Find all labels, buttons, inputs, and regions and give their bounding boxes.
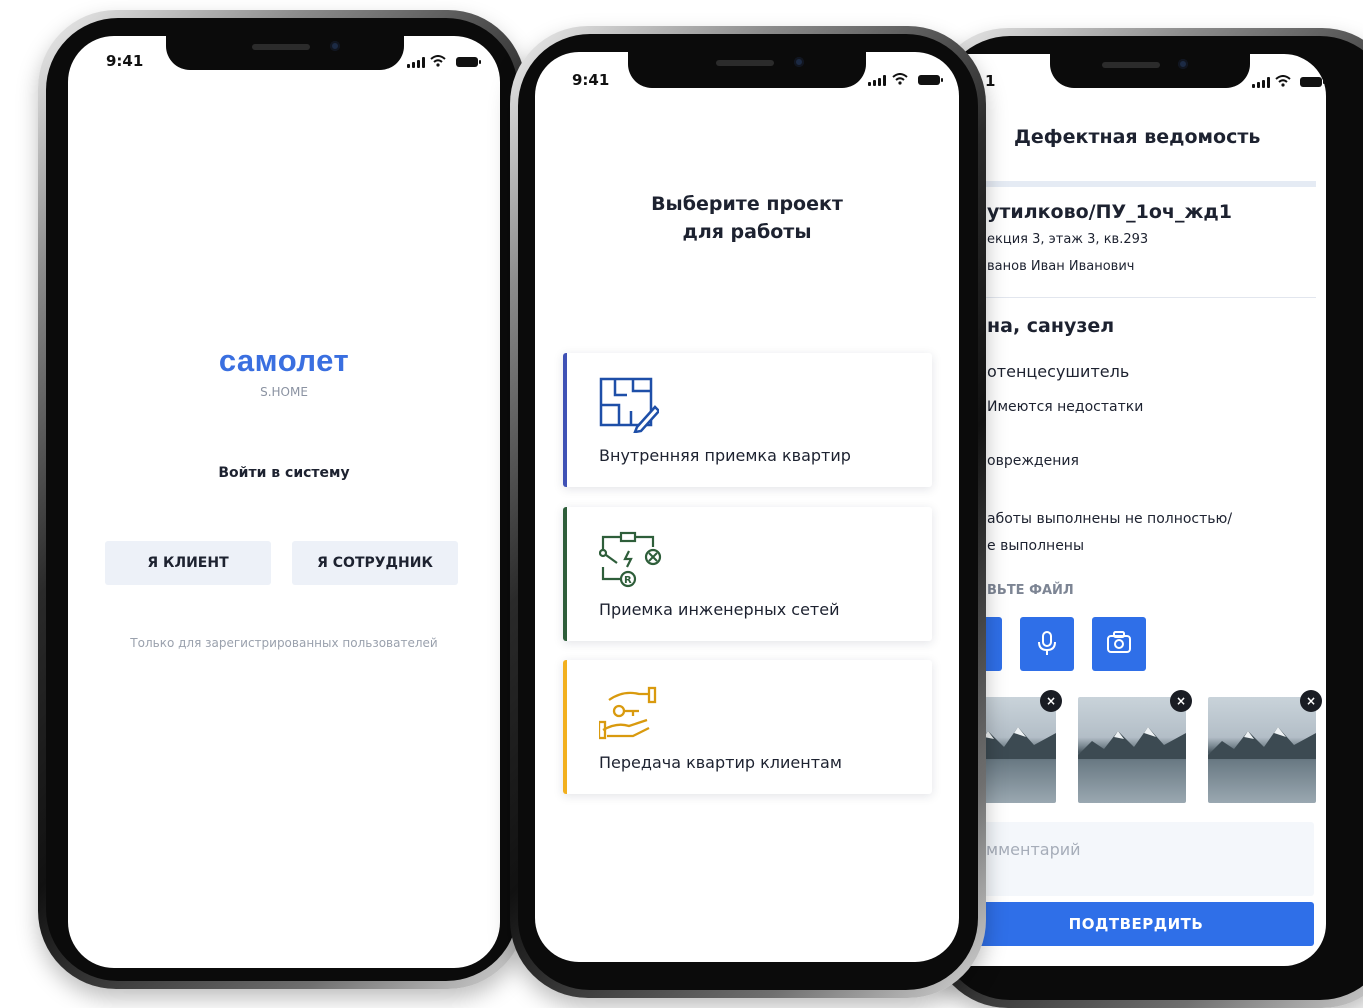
attach-file-label: ВЬТЕ ФАЙЛ xyxy=(987,583,1074,598)
comment-input[interactable]: мментарий xyxy=(958,822,1314,896)
defect-item: отенцесушитель xyxy=(987,362,1130,381)
battery-icon xyxy=(1300,77,1325,87)
projects-title-line2: для работы xyxy=(682,221,812,243)
key-handover-icon xyxy=(599,686,657,740)
object-name: утилково/ПУ_1оч_жд1 xyxy=(987,201,1232,223)
status-time-fragment: 1 xyxy=(985,72,996,90)
microphone-icon xyxy=(1038,631,1056,655)
attached-photo[interactable] xyxy=(1078,697,1186,803)
employee-button[interactable]: Я СОТРУДНИК xyxy=(292,541,458,585)
battery-icon xyxy=(918,75,943,85)
project-card-apartment-handover[interactable]: Передача квартир клиентам xyxy=(563,660,932,794)
remove-photo-button[interactable]: × xyxy=(1170,690,1192,712)
login-screen xyxy=(68,36,500,968)
notch xyxy=(1050,54,1250,88)
signal-icon xyxy=(868,75,886,86)
mountain-lake-image xyxy=(1208,727,1316,759)
client-button[interactable]: Я КЛИЕНТ xyxy=(105,541,271,585)
signal-icon xyxy=(407,57,425,68)
progress-bar xyxy=(984,181,1316,187)
registered-users-note: Только для зарегистрированных пользовате… xyxy=(130,636,438,650)
card-accent xyxy=(563,507,567,641)
login-title: Войти в систему xyxy=(218,465,350,481)
defect-option-incomplete-line1: аботы выполнены не полностью/ xyxy=(987,511,1233,527)
wifi-icon xyxy=(430,55,446,67)
card-accent xyxy=(563,660,567,794)
signal-icon xyxy=(1252,77,1270,88)
project-card-internal-acceptance[interactable]: Внутренняя приемка квартир xyxy=(563,353,932,487)
defect-option-damage[interactable]: овреждения xyxy=(987,453,1079,469)
project-card-engineering-networks[interactable]: R Приемка инженерных сетей xyxy=(563,507,932,641)
project-label: Приемка инженерных сетей xyxy=(599,600,840,619)
confirm-button[interactable]: ПОДТВЕРДИТЬ xyxy=(958,902,1314,946)
take-photo-button[interactable] xyxy=(1092,617,1146,671)
wifi-icon xyxy=(892,73,908,85)
room-name: на, санузел xyxy=(987,315,1115,337)
brand-subtitle: S.HOME xyxy=(260,385,308,399)
defect-option-shortcomings[interactable]: Имеются недостатки xyxy=(987,399,1143,415)
svg-text:R: R xyxy=(624,575,632,586)
camera-icon xyxy=(1107,631,1131,653)
projects-title-line1: Выберите проект xyxy=(651,193,843,215)
card-accent xyxy=(563,353,567,487)
comment-placeholder: мментарий xyxy=(986,840,1081,859)
defect-option-incomplete-line2: е выполнены xyxy=(987,538,1085,554)
record-audio-button[interactable] xyxy=(1020,617,1074,671)
attached-photo[interactable] xyxy=(1208,697,1316,803)
remove-photo-button[interactable]: × xyxy=(1040,690,1062,712)
floorplan-edit-icon xyxy=(599,377,659,433)
notch xyxy=(166,36,404,70)
notch xyxy=(628,52,866,88)
remove-photo-button[interactable]: × xyxy=(1300,690,1322,712)
status-time: 9:41 xyxy=(106,52,144,70)
defects-title: Дефектная ведомость xyxy=(1014,126,1261,148)
engineering-network-icon: R xyxy=(599,531,662,588)
projects-title: Выберите проект для работы xyxy=(535,190,959,246)
object-location: екция 3, этаж 3, кв.293 xyxy=(987,232,1149,247)
mountain-lake-image xyxy=(1078,727,1186,759)
battery-icon xyxy=(456,57,481,67)
wifi-icon xyxy=(1275,75,1291,87)
project-label: Внутренняя приемка квартир xyxy=(599,446,851,465)
divider xyxy=(984,297,1316,298)
status-time: 9:41 xyxy=(572,71,610,89)
brand-logo: самолет xyxy=(218,343,350,378)
object-owner: ванов Иван Иванович xyxy=(987,259,1135,274)
defect-option-incomplete[interactable]: аботы выполнены не полностью/ е выполнен… xyxy=(987,506,1232,560)
project-label: Передача квартир клиентам xyxy=(599,753,842,772)
